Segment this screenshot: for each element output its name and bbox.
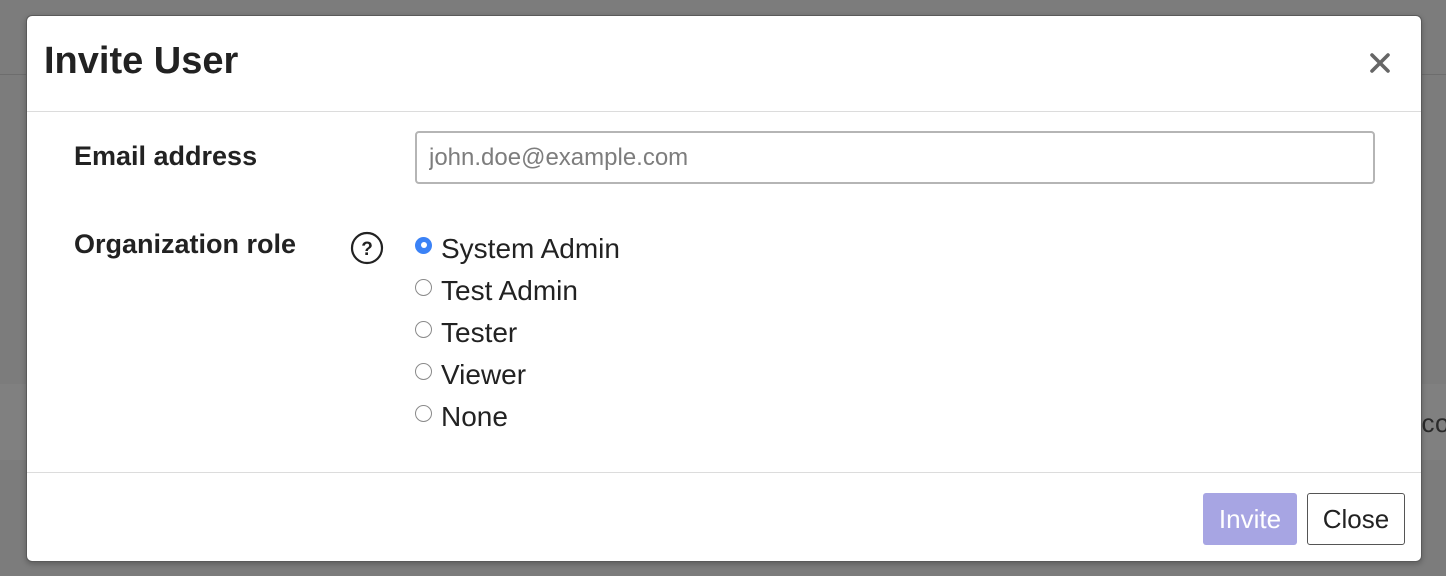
role-option-label: Test Admin: [441, 275, 578, 306]
close-icon[interactable]: [1365, 48, 1395, 78]
role-option-viewer[interactable]: Viewer: [415, 354, 620, 396]
role-option-label: Tester: [441, 317, 518, 348]
close-button[interactable]: Close: [1307, 493, 1405, 545]
email-label: Email address: [74, 141, 258, 171]
radio-button[interactable]: [415, 278, 432, 296]
role-option-system-admin[interactable]: System Admin: [415, 228, 620, 270]
role-option-label: System Admin: [441, 233, 620, 264]
invite-button[interactable]: Invite: [1203, 493, 1297, 545]
role-option-test-admin[interactable]: Test Admin: [415, 270, 620, 312]
modal-footer: Invite Close: [27, 472, 1421, 561]
role-option-label: Viewer: [441, 359, 527, 390]
email-input[interactable]: [415, 131, 1375, 184]
radio-button[interactable]: [415, 404, 432, 422]
radio-button[interactable]: [415, 362, 432, 380]
radio-button[interactable]: [415, 320, 432, 338]
modal-header: Invite User: [27, 16, 1421, 112]
modal-body: Email address Organization role ? System…: [27, 112, 1421, 474]
role-option-label: None: [441, 401, 508, 432]
organization-role-radio-group: System Admin Test Admin Tester Viewer No…: [415, 228, 620, 438]
svg-text:?: ?: [361, 239, 373, 260]
radio-button-checked[interactable]: [415, 236, 432, 254]
role-option-tester[interactable]: Tester: [415, 312, 620, 354]
organization-role-label: Organization role: [74, 229, 297, 259]
backdrop-partial-text: co: [1421, 408, 1446, 438]
role-option-none[interactable]: None: [415, 396, 620, 438]
question-circle-icon[interactable]: ?: [350, 231, 384, 265]
modal-title: Invite User: [44, 40, 239, 82]
invite-user-modal: Invite User Email address Organization r…: [26, 15, 1422, 562]
